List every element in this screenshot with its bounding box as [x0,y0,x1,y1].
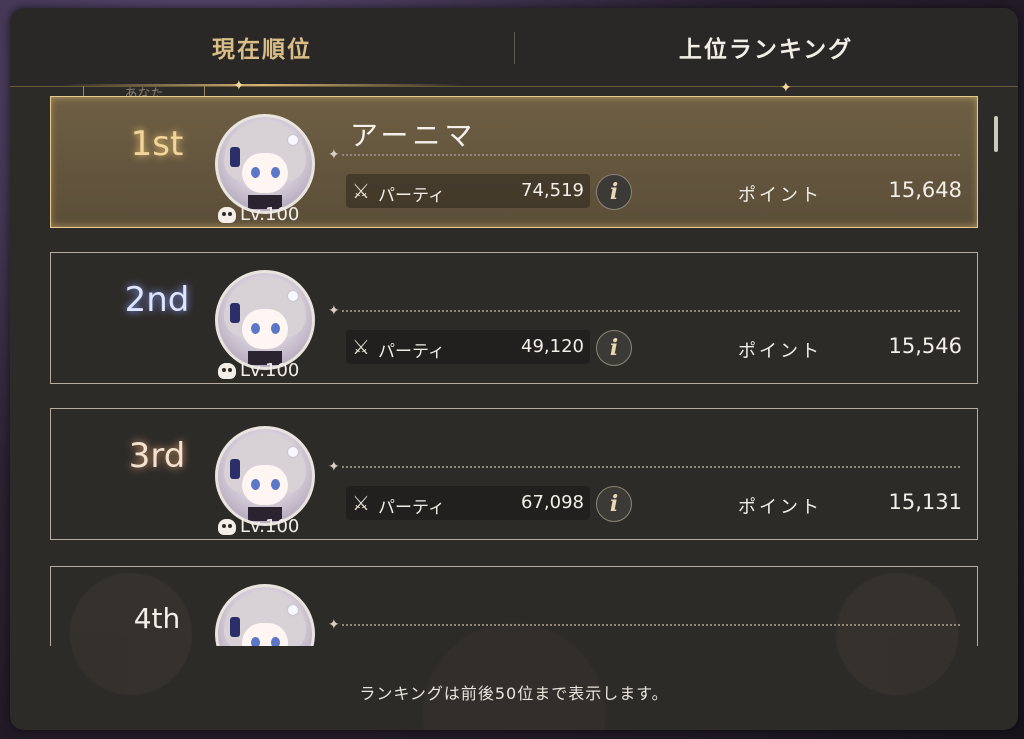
points-label: ポイント [738,185,822,206]
party-label: パーティ [378,342,445,362]
rank-label: 4th [133,602,181,635]
party-power-box: ⚔ パーティ 67,098 [346,486,590,520]
party-label: パーティ [378,498,445,518]
footer-note: ランキングは前後50位まで表示します。 [359,684,669,703]
dotted-divider: ✦ [328,303,960,319]
info-button[interactable]: i [596,174,632,210]
player-level: Lv.100 [218,360,318,381]
player-level: Lv.100 [218,204,318,225]
rank-label: 2nd [124,280,190,320]
points-value: 15,648 [888,178,962,202]
info-button[interactable]: i [596,330,632,366]
ranking-row-3[interactable]: 3rd Lv.100 ✦ ⚔ パーティ 67,098 i ポイント 15,131 [50,408,978,540]
points-value: 15,131 [888,490,962,514]
party-power-box: ⚔ パーティ 74,519 [346,174,590,208]
info-button[interactable]: i [596,486,632,522]
level-icon [218,362,236,379]
ranking-row-4[interactable]: 4th ✦ [50,566,978,646]
party-power-value: 67,098 [521,492,584,513]
sparkle-icon: ✦ [780,80,792,96]
diamond-icon: ✦ [328,459,340,475]
crossed-swords-icon: ⚔ [352,335,370,359]
diamond-icon: ✦ [328,147,340,163]
party-power-box: ⚔ パーティ 49,120 [346,330,590,364]
avatar[interactable] [215,114,315,214]
tab-current-rank[interactable]: 現在順位 [10,8,514,86]
ranking-row-2[interactable]: 2nd Lv.100 ✦ ⚔ パーティ 49,120 i ポイント 15,546 [50,252,978,384]
ranking-panel: 現在順位 上位ランキング ✦ ✦ あなた 1st Lv.100 アーニマ ✦ ⚔… [10,8,1018,730]
diamond-icon: ✦ [328,303,340,319]
player-name: アーニマ [350,119,477,152]
points-value: 15,546 [888,334,962,358]
avatar[interactable] [215,426,315,526]
level-icon [218,518,236,535]
diamond-icon: ✦ [328,617,340,633]
crossed-swords-icon: ⚔ [352,179,370,203]
rank-label: 3rd [128,436,186,476]
scrollbar[interactable] [994,116,998,152]
player-level: Lv.100 [218,516,318,537]
tab-top-ranking[interactable]: 上位ランキング [514,8,1018,86]
dotted-divider: ✦ [328,459,960,475]
points-label: ポイント [738,341,822,362]
level-text: Lv.100 [240,516,300,537]
crossed-swords-icon: ⚔ [352,491,370,515]
dotted-divider: ✦ [328,147,960,163]
level-icon [218,206,236,223]
party-label: パーティ [378,186,445,206]
level-text: Lv.100 [240,360,300,381]
ranking-row-1[interactable]: 1st Lv.100 アーニマ ✦ ⚔ パーティ 74,519 i ポイント 1… [50,96,978,228]
points-label: ポイント [738,497,822,518]
party-power-value: 49,120 [521,336,584,357]
dotted-divider: ✦ [328,617,960,633]
rank-label: 1st [130,124,184,164]
ranking-tabs: 現在順位 上位ランキング ✦ ✦ [10,8,1018,96]
sparkle-icon: ✦ [233,78,245,94]
avatar[interactable] [215,270,315,370]
level-text: Lv.100 [240,204,300,225]
party-power-value: 74,519 [521,180,584,201]
